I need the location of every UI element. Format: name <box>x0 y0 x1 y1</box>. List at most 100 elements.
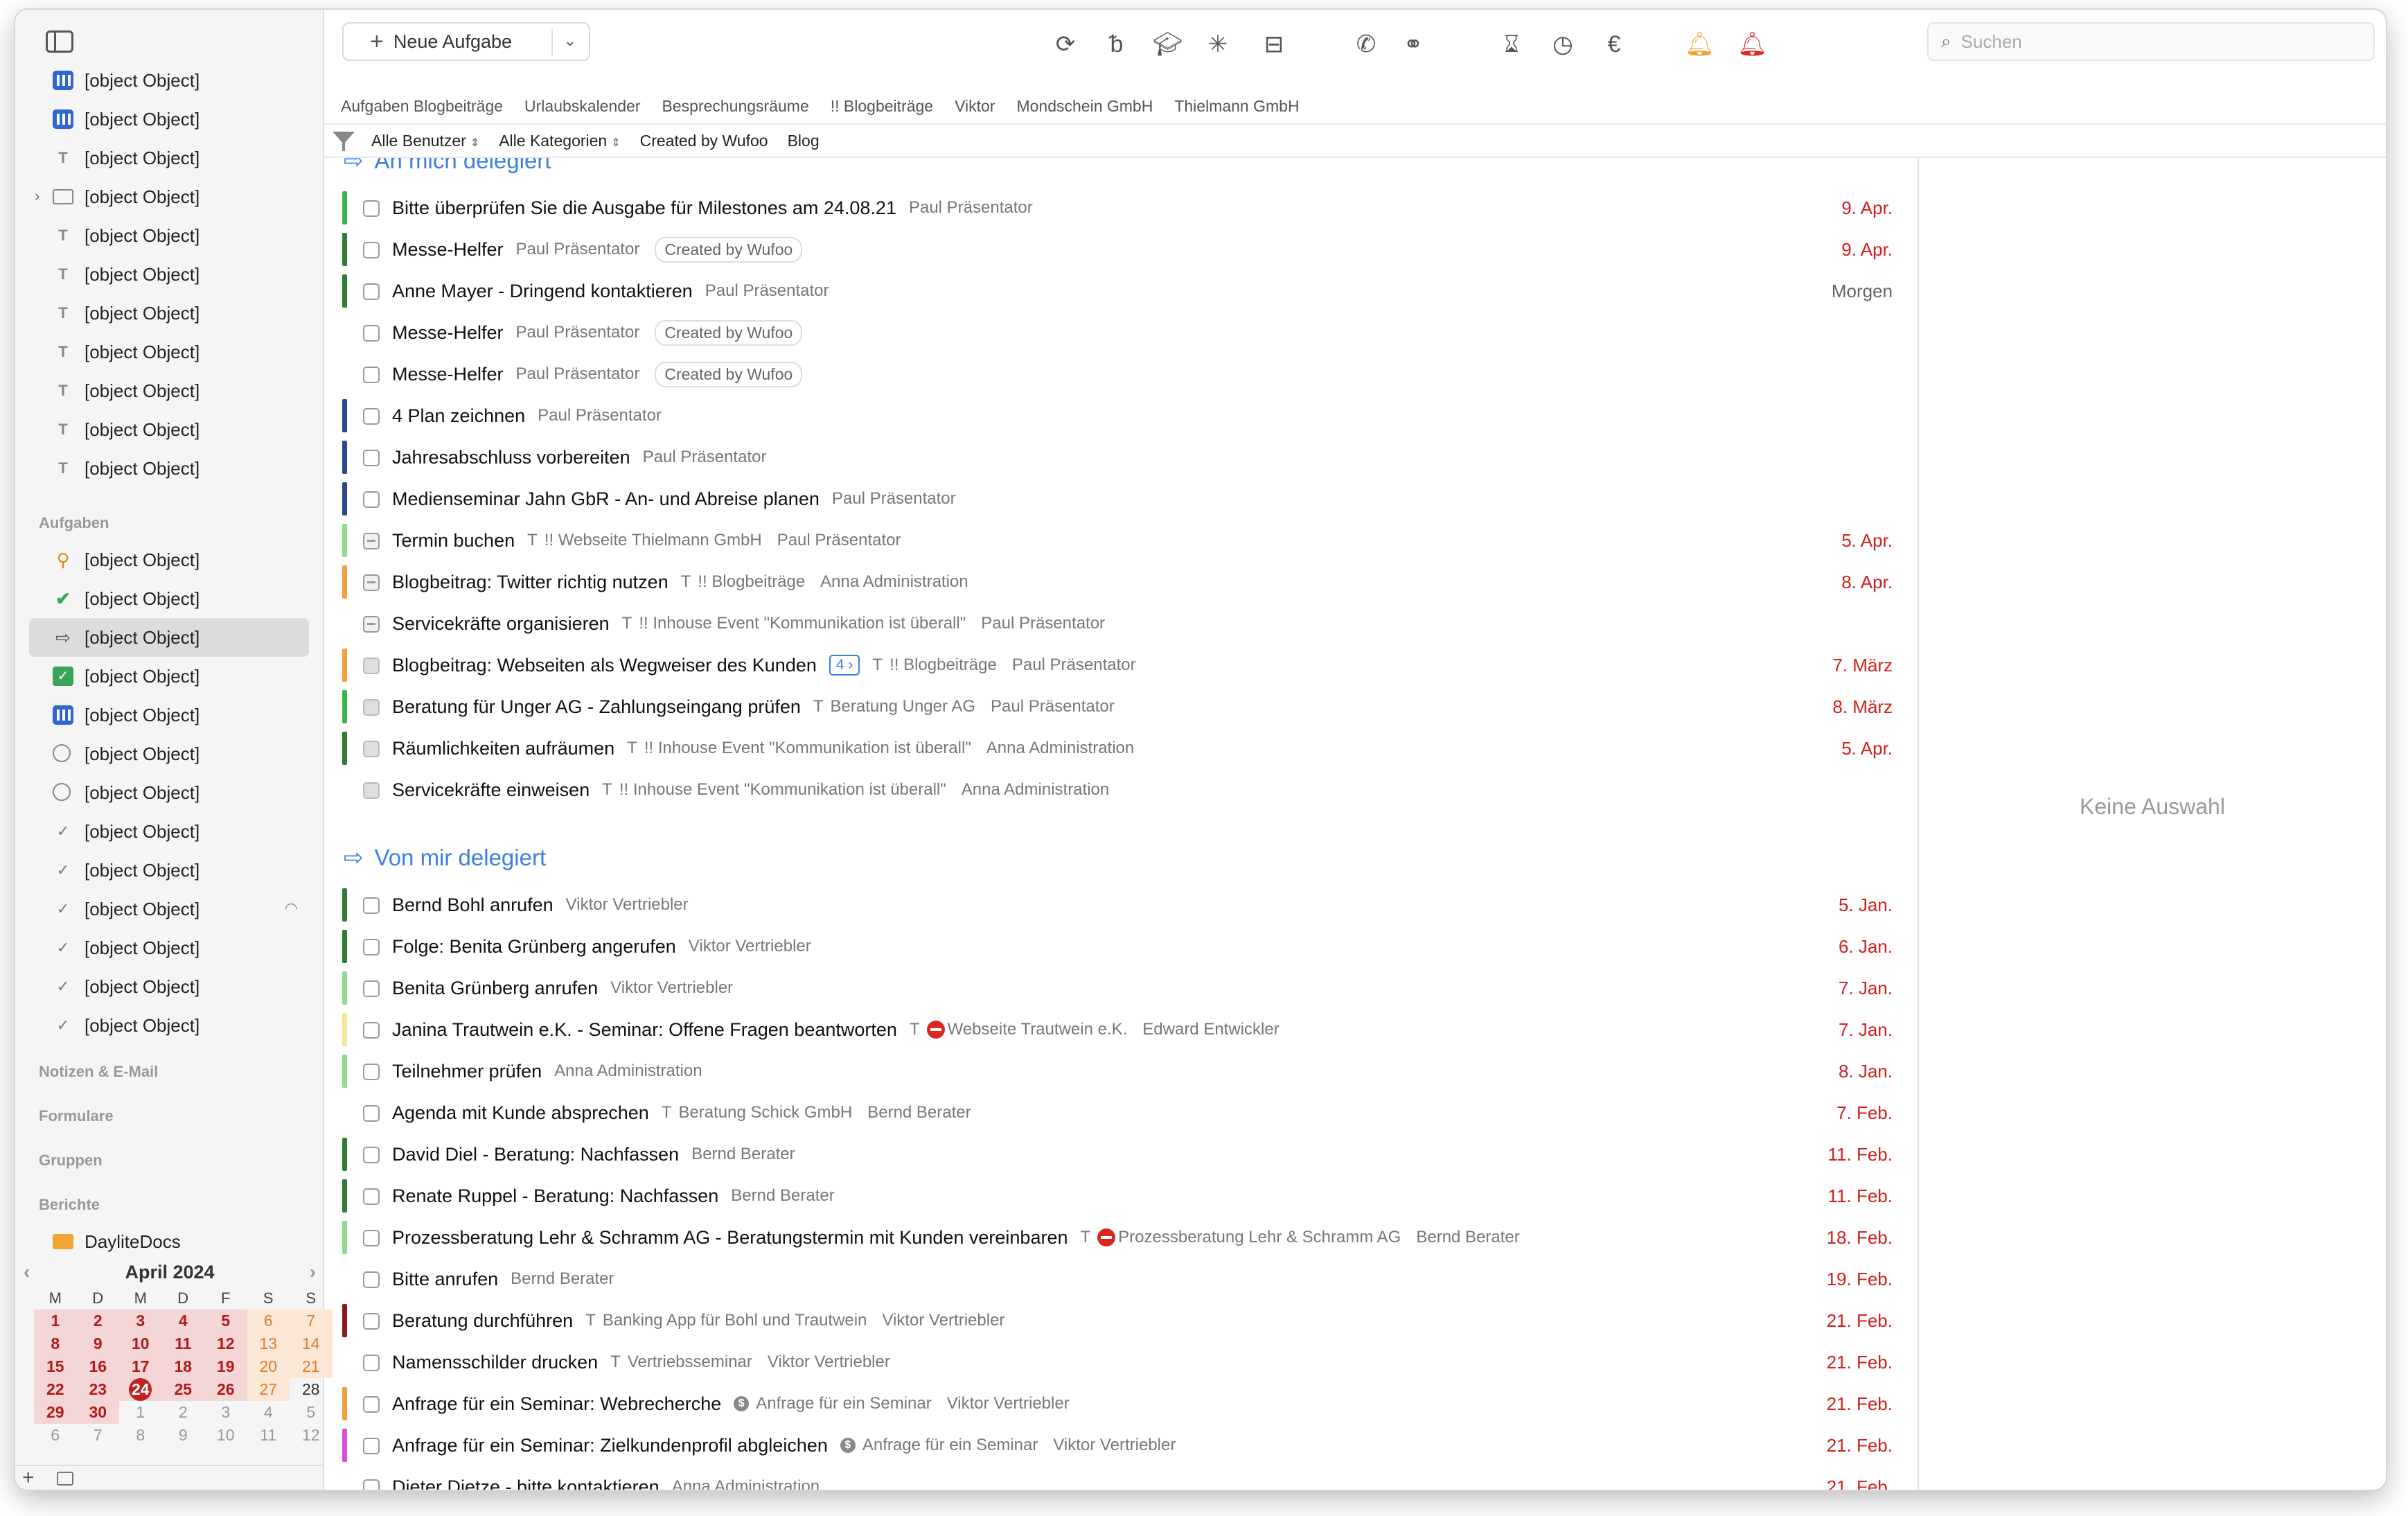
calendar-day[interactable]: 2 <box>76 1310 119 1332</box>
sidebar-item[interactable]: [object Object] <box>15 773 323 812</box>
sidebar-item[interactable]: [object Object] <box>15 734 323 773</box>
task-checkbox[interactable] <box>363 1438 380 1454</box>
task-row[interactable]: 4 Plan zeichnen Paul Präsentator <box>324 395 1918 437</box>
task-checkbox[interactable] <box>363 939 380 955</box>
task-row[interactable]: Namensschilder drucken T Vertriebsseminar V… <box>324 1341 1918 1383</box>
favorite-tab[interactable]: !! Blogbeiträge <box>831 97 933 116</box>
filter-icon[interactable] <box>331 130 356 151</box>
task-checkbox[interactable] <box>363 283 380 300</box>
task-project[interactable]: T !! Inhouse Event "Kommunikation ist übe… <box>622 614 966 633</box>
task-project[interactable]: $ Anfrage für ein Seminar <box>734 1394 932 1413</box>
calendar-day[interactable]: 2 <box>162 1401 205 1424</box>
hourglass-icon[interactable]: ⌛︎ <box>1498 30 1525 58</box>
calendar-day[interactable]: 7 <box>77 1424 120 1447</box>
sidebar-item[interactable]: T [object Object] <box>15 449 323 488</box>
favorite-tab[interactable]: Viktor <box>955 97 995 116</box>
calendar-day[interactable]: 6 <box>34 1424 77 1447</box>
sidebar-item[interactable]: ✓ [object Object] ◠ <box>15 890 323 928</box>
calendar-day[interactable]: 3 <box>204 1401 247 1424</box>
task-project[interactable]: $ Anfrage für ein Seminar <box>840 1436 1038 1455</box>
calendar-day[interactable]: 1 <box>119 1401 162 1424</box>
task-checkbox[interactable] <box>363 1064 380 1080</box>
search-field[interactable]: ⌕ <box>1927 22 2375 61</box>
filter-dropdown[interactable]: Alle Benutzer ⇕ <box>371 132 479 150</box>
task-row[interactable]: Messe-Helfer Paul Präsentator Created by W… <box>324 353 1918 395</box>
connections-icon[interactable]: ⚭ <box>1399 30 1427 58</box>
calendar-toggle-icon[interactable] <box>57 1472 73 1486</box>
task-row[interactable]: Bitte überprüfen Sie die Ausgabe für Mil… <box>324 187 1918 229</box>
sidebar-section-header[interactable]: Notizen & E-Mail <box>15 1045 323 1089</box>
calendar-day[interactable]: 10 <box>204 1424 247 1447</box>
task-checkbox[interactable] <box>363 1188 380 1205</box>
task-checkbox[interactable] <box>363 782 380 799</box>
task-checkbox[interactable] <box>363 1355 380 1371</box>
sidebar-item[interactable]: T [object Object] <box>15 216 323 255</box>
task-row[interactable]: Blogbeitrag: Twitter richtig nutzen T !! B… <box>324 561 1918 603</box>
task-checkbox[interactable] <box>363 658 380 674</box>
calendar-day[interactable]: 20 <box>247 1355 290 1378</box>
task-row[interactable]: Räumlichkeiten aufräumen T !! Inhouse Even… <box>324 728 1918 769</box>
calendar-day[interactable]: 4 <box>161 1310 204 1332</box>
calendar-day[interactable]: 12 <box>204 1332 247 1355</box>
task-project[interactable]: T Webseite Trautwein e.K. <box>910 1020 1127 1039</box>
sidebar-item[interactable]: ✓ [object Object] <box>15 812 323 851</box>
calendar-day[interactable]: 16 <box>76 1355 119 1378</box>
task-row[interactable]: Janina Trautwein e.K. - Seminar: Offene … <box>324 1009 1918 1050</box>
calendar-day[interactable]: 24 <box>119 1378 162 1401</box>
search-input[interactable] <box>1960 30 2349 53</box>
calendar-day[interactable]: 5 <box>204 1310 247 1332</box>
calendar-day[interactable]: 26 <box>204 1378 247 1401</box>
task-row[interactable]: Jahresabschluss vorbereiten Paul Präsenta… <box>324 437 1918 478</box>
keyword-tag[interactable]: Created by Wufoo <box>655 361 803 387</box>
calendar-day[interactable]: 9 <box>76 1332 119 1355</box>
task-row[interactable]: Benita Grünberg anrufen Viktor Vertrieble… <box>324 967 1918 1009</box>
task-project[interactable]: T !! Inhouse Event "Kommunikation ist übe… <box>602 780 946 800</box>
sidebar-item[interactable]: [object Object] <box>15 61 323 100</box>
sidebar-section-header[interactable]: Gruppen <box>15 1134 323 1178</box>
task-row[interactable]: David Diel - Beratung: Nachfassen Bernd B… <box>324 1134 1918 1175</box>
favorite-tab[interactable]: Thielmann GmbH <box>1174 97 1299 116</box>
task-checkbox[interactable] <box>363 325 380 342</box>
keyword-tag[interactable]: Created by Wufoo <box>655 319 803 346</box>
task-row[interactable]: Agenda mit Kunde absprechen T Beratung Sch… <box>324 1092 1918 1134</box>
task-row[interactable]: Medienseminar Jahn GbR - An- und Abreise… <box>324 478 1918 520</box>
notification-bell-orange-icon[interactable]: 🔔︎ <box>1685 30 1715 58</box>
calendar-day[interactable]: 11 <box>247 1424 290 1447</box>
task-row[interactable]: Anne Mayer - Dringend kontaktieren Paul P… <box>324 270 1918 312</box>
section-header[interactable]: ⇨ An mich delegiert <box>344 158 551 175</box>
calendar-day[interactable]: 22 <box>34 1378 77 1401</box>
graduation-cap-icon[interactable]: 🎓︎ <box>1153 30 1183 58</box>
task-checkbox[interactable] <box>363 200 380 217</box>
task-checkbox[interactable] <box>363 242 380 258</box>
task-checkbox[interactable] <box>363 491 380 508</box>
calendar-day[interactable]: 30 <box>76 1401 119 1424</box>
task-row[interactable]: Servicekräfte einweisen T !! Inhouse Event… <box>324 769 1918 811</box>
task-checkbox[interactable] <box>363 699 380 716</box>
task-checkbox[interactable] <box>363 1147 380 1163</box>
calendar-day[interactable]: 11 <box>161 1332 204 1355</box>
section-header[interactable]: ⇨ Von mir delegiert <box>344 844 546 872</box>
task-checkbox[interactable] <box>363 897 380 914</box>
filter-dropdown[interactable]: Alle Kategorien ⇕ <box>499 132 620 150</box>
calendar-day[interactable]: 9 <box>162 1424 205 1447</box>
task-row[interactable]: Bernd Bohl anrufen Viktor Vertriebler 5. J… <box>324 884 1918 926</box>
sparkle-icon[interactable]: ✳ <box>1204 30 1232 58</box>
task-checkbox[interactable] <box>363 1479 380 1490</box>
sidebar-item[interactable]: T [object Object] <box>15 255 323 294</box>
task-checkbox[interactable] <box>363 1396 380 1413</box>
task-project[interactable]: T Banking App für Bohl und Trautwein <box>585 1311 867 1330</box>
favorite-tab[interactable]: Aufgaben Blogbeiträge <box>341 97 503 116</box>
task-checkbox[interactable] <box>363 616 380 633</box>
sidebar-item[interactable]: T [object Object] <box>15 371 323 410</box>
task-project[interactable]: T Prozessberatung Lehr & Schramm AG <box>1080 1228 1401 1247</box>
sidebar-item[interactable]: ✓ [object Object] <box>15 657 323 696</box>
task-row[interactable]: Blogbeitrag: Webseiten als Wegweiser des… <box>324 644 1918 686</box>
calendar-day[interactable]: 23 <box>76 1378 119 1401</box>
task-row[interactable]: Messe-Helfer Paul Präsentator Created by W… <box>324 312 1918 353</box>
phone-icon[interactable]: ✆ <box>1352 30 1380 58</box>
sidebar-item[interactable]: ✓ [object Object] <box>15 851 323 890</box>
task-checkbox[interactable] <box>363 408 380 425</box>
sidebar-section-header[interactable]: Aufgaben <box>15 488 323 540</box>
calendar-day[interactable]: 8 <box>119 1424 162 1447</box>
euro-icon[interactable]: € <box>1600 30 1628 58</box>
